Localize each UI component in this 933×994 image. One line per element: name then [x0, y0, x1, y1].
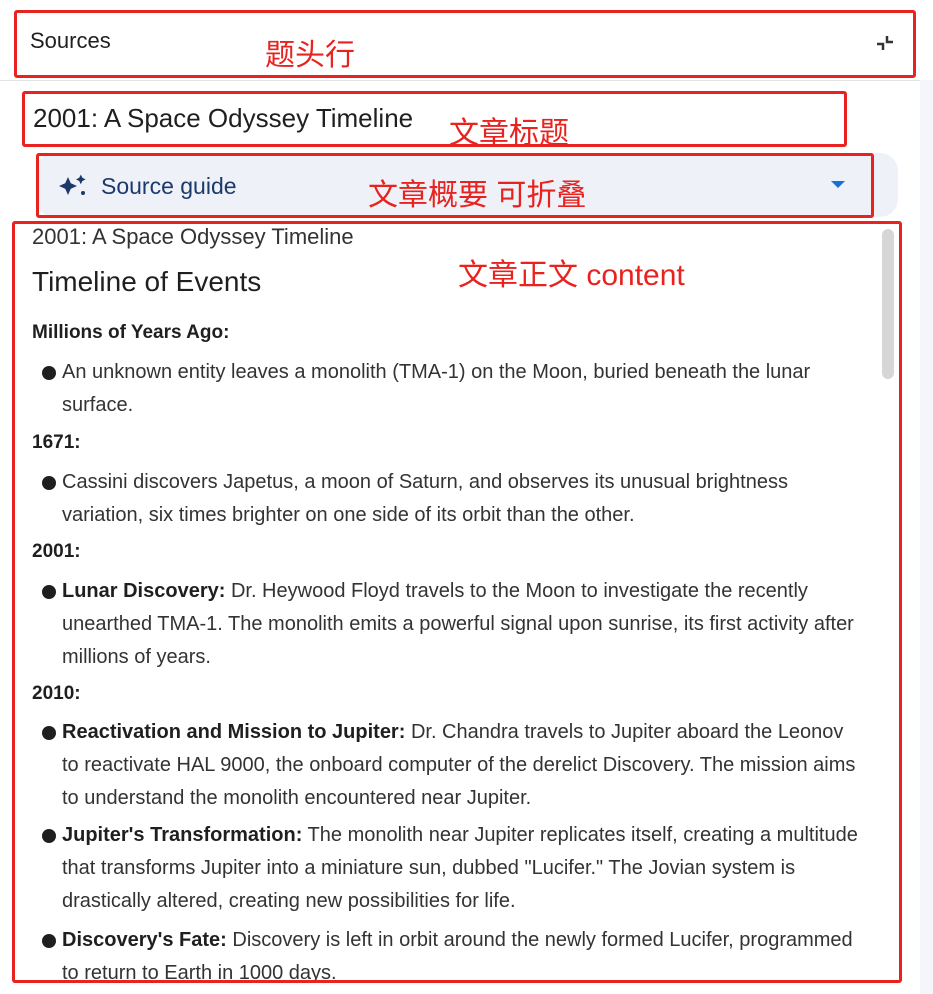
annotation-label: 文章标题	[449, 117, 569, 150]
annotation-label: 题头行	[265, 39, 355, 72]
sources-panel: Sources 2001: A Space Odyssey Timeline S…	[0, 0, 933, 994]
annotation-label: 文章概要 可折叠	[368, 179, 587, 212]
header-highlight-box	[14, 10, 916, 78]
panel-edge	[920, 80, 933, 994]
content-highlight-box	[12, 221, 902, 983]
annotation-label: 文章正文 content	[458, 259, 685, 292]
title-highlight-box	[22, 91, 847, 147]
